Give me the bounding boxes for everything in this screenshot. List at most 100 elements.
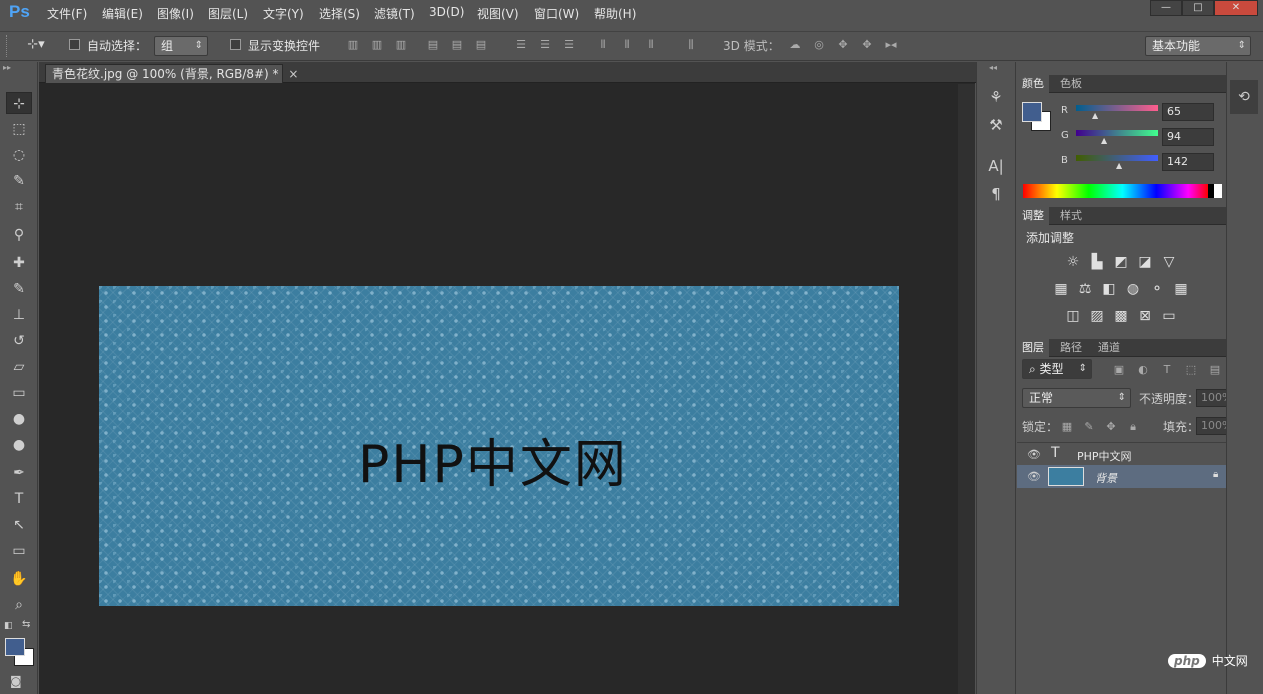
3d-scale-icon[interactable]: ▸◂	[882, 38, 900, 52]
tab-paths[interactable]: 路径	[1055, 339, 1087, 357]
align-vcenter-icon[interactable]: ▥	[370, 38, 384, 52]
paragraph-panel-icon[interactable]: ¶	[986, 185, 1006, 205]
menu-help[interactable]: 帮助(H)	[594, 5, 636, 22]
filter-adjustment-icon[interactable]: ◐	[1136, 363, 1150, 377]
default-colors-icon[interactable]: ◧	[4, 621, 13, 631]
3d-drag-icon[interactable]: ✥	[834, 38, 852, 52]
image-canvas[interactable]: PHP中文网	[99, 286, 899, 606]
gradient-map-icon[interactable]: ▭	[1160, 308, 1178, 324]
collapse-dock-icon[interactable]: ◂◂	[989, 63, 997, 72]
color-spectrum-bar[interactable]	[1023, 184, 1222, 198]
filter-type-icon[interactable]: T	[1160, 363, 1174, 377]
g-value-field[interactable]: 94	[1162, 128, 1214, 146]
menu-layer[interactable]: 图层(L)	[208, 5, 248, 22]
align-top-icon[interactable]: ▥	[346, 38, 360, 52]
layer-row-background[interactable]: 👁︎ 背景 🔒︎	[1017, 465, 1242, 488]
distribute-left-icon[interactable]: ⫴	[596, 38, 610, 52]
auto-select-dropdown[interactable]: 组	[154, 36, 208, 56]
type-tool[interactable]: T	[6, 488, 32, 510]
menu-window[interactable]: 窗口(W)	[534, 5, 579, 22]
distribute-hcenter-icon[interactable]: ⫴	[620, 38, 634, 52]
curves-icon[interactable]: ◩	[1112, 254, 1130, 270]
stamp-tool[interactable]: ⊥	[6, 304, 32, 326]
black-white-icon[interactable]: ◧	[1100, 281, 1118, 297]
zoom-tool[interactable]: ⌕	[6, 594, 32, 616]
posterize-icon[interactable]: ▨	[1088, 308, 1106, 324]
3d-roll-icon[interactable]: ◎	[810, 38, 828, 52]
threshold-icon[interactable]: ▩	[1112, 308, 1130, 324]
maximize-button[interactable]: □	[1182, 0, 1214, 16]
b-slider-thumb-icon[interactable]: ▲	[1116, 161, 1122, 170]
move-tool[interactable]: ⊹	[6, 92, 32, 114]
path-select-tool[interactable]: ↖	[6, 514, 32, 536]
eyedropper-tool[interactable]: ⚲	[6, 224, 32, 246]
menu-image[interactable]: 图像(I)	[157, 5, 194, 22]
quick-select-tool[interactable]: ✎	[6, 170, 32, 192]
layer-row-text[interactable]: 👁︎ T PHP中文网	[1017, 442, 1242, 465]
align-bottom-icon[interactable]: ▥	[394, 38, 408, 52]
r-slider[interactable]	[1076, 105, 1158, 111]
close-tab-icon[interactable]: ×	[288, 67, 298, 81]
layer-filter-dropdown[interactable]: ⌕ 类型	[1022, 359, 1092, 379]
eraser-tool[interactable]: ▱	[6, 356, 32, 378]
pen-tool[interactable]: ✒	[6, 462, 32, 484]
filter-smart-icon[interactable]: ▤	[1208, 363, 1222, 377]
visibility-eye-icon[interactable]: 👁︎	[1027, 470, 1041, 483]
r-value-field[interactable]: 65	[1162, 103, 1214, 121]
show-transform-checkbox[interactable]	[230, 39, 241, 50]
foreground-color-swatch[interactable]	[5, 638, 25, 656]
vibrance-icon[interactable]: ▽	[1160, 254, 1178, 270]
auto-select-checkbox[interactable]	[69, 39, 80, 50]
tab-color[interactable]: 颜色	[1017, 75, 1049, 93]
align-left-icon[interactable]: ▤	[426, 38, 440, 52]
quick-mask-icon[interactable]: ◙	[10, 674, 22, 688]
align-hcenter-icon[interactable]: ▤	[450, 38, 464, 52]
distribute-top-icon[interactable]: ☰	[514, 38, 528, 52]
tool-presets-icon[interactable]: ⚒	[986, 116, 1006, 136]
gradient-tool[interactable]: ▭	[6, 382, 32, 404]
blur-tool[interactable]: ●	[6, 408, 32, 430]
brush-tool[interactable]: ✎	[6, 278, 32, 300]
levels-icon[interactable]: ▙	[1088, 254, 1106, 270]
collapse-tools-icon[interactable]: ▸▸	[3, 63, 11, 72]
move-tool-preset-icon[interactable]: ⊹▾	[22, 38, 50, 52]
lock-transparency-icon[interactable]: ▦	[1060, 420, 1074, 434]
healing-tool[interactable]: ✚	[6, 252, 32, 274]
history-panel-icon[interactable]: ⟲	[1230, 80, 1258, 114]
menu-file[interactable]: 文件(F)	[47, 5, 87, 22]
color-balance-icon[interactable]: ⚖	[1076, 281, 1094, 297]
document-tab[interactable]: 青色花纹.jpg @ 100% (背景, RGB/8#) * ×	[45, 64, 298, 83]
menu-type[interactable]: 文字(Y)	[263, 5, 304, 22]
r-slider-thumb-icon[interactable]: ▲	[1092, 111, 1098, 120]
lasso-tool[interactable]: ◌	[6, 144, 32, 166]
g-slider-thumb-icon[interactable]: ▲	[1101, 136, 1107, 145]
exposure-icon[interactable]: ◪	[1136, 254, 1154, 270]
photo-filter-icon[interactable]: ◍	[1124, 281, 1142, 297]
g-slider[interactable]	[1076, 130, 1158, 136]
character-panel-icon[interactable]: A|	[986, 157, 1006, 177]
hue-saturation-icon[interactable]: ▦	[1052, 281, 1070, 297]
blend-mode-dropdown[interactable]: 正常	[1022, 388, 1131, 408]
brightness-contrast-icon[interactable]: ☼	[1064, 254, 1082, 270]
align-right-icon[interactable]: ▤	[474, 38, 488, 52]
crop-tool[interactable]: ⌗	[6, 196, 32, 218]
minimize-button[interactable]: —	[1150, 0, 1182, 16]
selective-color-icon[interactable]: ⊠	[1136, 308, 1154, 324]
tab-adjustments[interactable]: 调整	[1017, 207, 1049, 225]
workspace-dropdown[interactable]: 基本功能	[1145, 36, 1251, 56]
visibility-eye-icon[interactable]: 👁︎	[1027, 448, 1041, 461]
dodge-tool[interactable]: ●	[6, 434, 32, 456]
3d-slide-icon[interactable]: ✥	[858, 38, 876, 52]
lock-position-icon[interactable]: ✥	[1104, 420, 1118, 434]
auto-align-icon[interactable]: ⫼	[684, 38, 698, 52]
lock-all-icon[interactable]: 🔒︎	[1126, 420, 1140, 434]
distribute-right-icon[interactable]: ⫴	[644, 38, 658, 52]
distribute-bottom-icon[interactable]: ☰	[562, 38, 576, 52]
tab-swatches[interactable]: 色板	[1055, 75, 1087, 93]
b-value-field[interactable]: 142	[1162, 153, 1214, 171]
invert-icon[interactable]: ◫	[1064, 308, 1082, 324]
tab-styles[interactable]: 样式	[1055, 207, 1087, 225]
color-lookup-icon[interactable]: ▦	[1172, 281, 1190, 297]
menu-select[interactable]: 选择(S)	[319, 5, 360, 22]
vertical-scrollbar[interactable]	[958, 84, 975, 694]
